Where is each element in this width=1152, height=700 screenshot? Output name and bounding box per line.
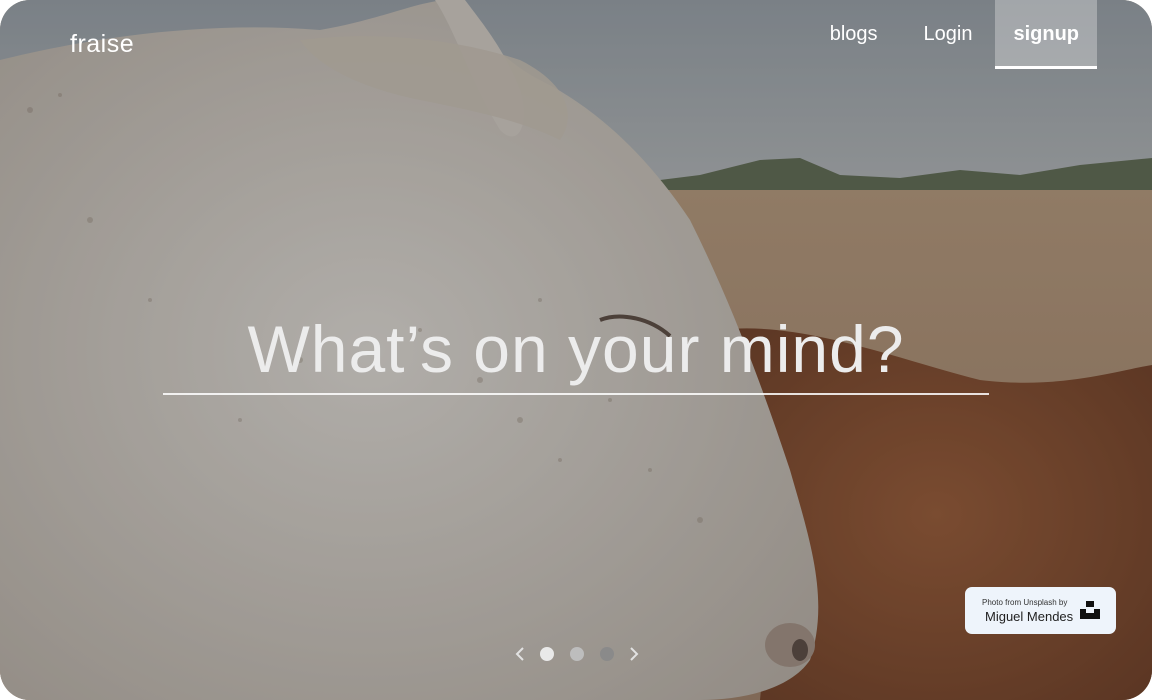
chevron-left-icon[interactable] (513, 643, 527, 665)
nav-login-link[interactable]: Login (901, 0, 996, 69)
brand-logo[interactable]: fraise (70, 30, 134, 59)
unsplash-logo-icon (1080, 601, 1100, 619)
carousel-dot-3[interactable] (600, 647, 614, 661)
carousel-controls (0, 643, 1152, 665)
nav-blogs-link[interactable]: blogs (807, 0, 901, 69)
carousel-dot-1[interactable] (540, 647, 554, 661)
hero-input-wrapper (163, 305, 989, 395)
carousel-dot-2[interactable] (570, 647, 584, 661)
app-frame: fraise blogs Login signup Photo from Uns… (0, 0, 1152, 700)
whats-on-your-mind-input[interactable] (163, 307, 989, 391)
nav-signup-button[interactable]: signup (995, 0, 1097, 69)
top-nav: blogs Login signup (807, 0, 1097, 69)
chevron-right-icon[interactable] (627, 643, 641, 665)
photo-credit-badge[interactable]: Photo from Unsplash by Miguel Mendes (965, 587, 1116, 634)
